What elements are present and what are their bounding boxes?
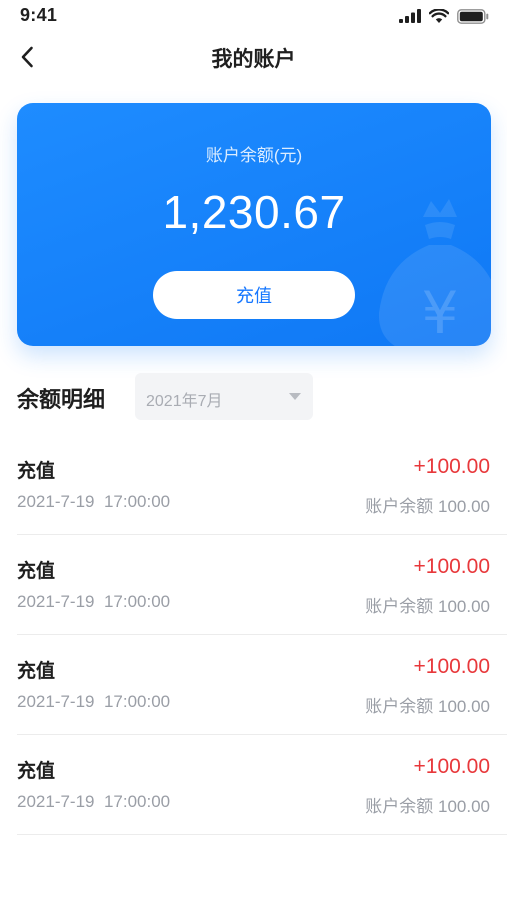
svg-text:¥: ¥ xyxy=(422,279,459,346)
transaction-time: 2021-7-19 17:00:00 xyxy=(17,492,171,511)
transaction-balance: 账户余额 100.00 xyxy=(365,497,490,516)
transaction-row[interactable]: 充值 +100.00 2021-7-19 17:00:00 账户余额 100.0… xyxy=(17,635,507,735)
transaction-row[interactable]: 充值 +100.00 2021-7-19 17:00:00 账户余额 100.0… xyxy=(17,535,507,635)
transaction-title: 充值 xyxy=(17,661,56,682)
month-filter-dropdown[interactable]: 2021年7月 xyxy=(135,373,313,420)
transaction-row[interactable]: 充值 +100.00 2021-7-19 17:00:00 账户余额 100.0… xyxy=(17,435,507,535)
transaction-amount: +100.00 xyxy=(413,755,491,778)
section-title: 余额明细 xyxy=(17,387,106,412)
balance-amount: 1,230.67 xyxy=(162,186,346,238)
transaction-amount: +100.00 xyxy=(413,655,491,678)
transaction-time: 2021-7-19 17:00:00 xyxy=(17,692,171,711)
transaction-title: 充值 xyxy=(17,461,56,482)
transaction-balance: 账户余额 100.00 xyxy=(365,797,490,816)
page-title: 我的账户 xyxy=(211,48,296,71)
balance-card: ¥ 账户余额(元) 1,230.67 充值 xyxy=(17,103,491,346)
transaction-time: 2021-7-19 17:00:00 xyxy=(17,792,171,811)
wifi-icon xyxy=(429,8,449,23)
battery-icon xyxy=(457,8,489,24)
recharge-button[interactable]: 充值 xyxy=(153,271,355,319)
month-filter-value: 2021年7月 xyxy=(146,393,223,410)
caret-down-icon xyxy=(289,393,301,400)
signal-icon xyxy=(399,9,421,23)
transaction-amount: +100.00 xyxy=(413,555,491,578)
nav-bar: 我的账户 xyxy=(0,34,507,80)
status-icons xyxy=(399,7,489,25)
transaction-title: 充值 xyxy=(17,761,56,782)
transaction-title: 充值 xyxy=(17,561,56,582)
status-time: 9:41 xyxy=(20,5,58,25)
transaction-balance: 账户余额 100.00 xyxy=(365,597,490,616)
transaction-balance: 账户余额 100.00 xyxy=(365,697,490,716)
transaction-list: 充值 +100.00 2021-7-19 17:00:00 账户余额 100.0… xyxy=(17,435,507,835)
balance-label: 账户余额(元) xyxy=(205,146,303,165)
transaction-row[interactable]: 充值 +100.00 2021-7-19 17:00:00 账户余额 100.0… xyxy=(17,735,507,835)
status-bar: 9:41 xyxy=(0,0,507,32)
transaction-time: 2021-7-19 17:00:00 xyxy=(17,592,171,611)
transaction-amount: +100.00 xyxy=(413,455,491,478)
